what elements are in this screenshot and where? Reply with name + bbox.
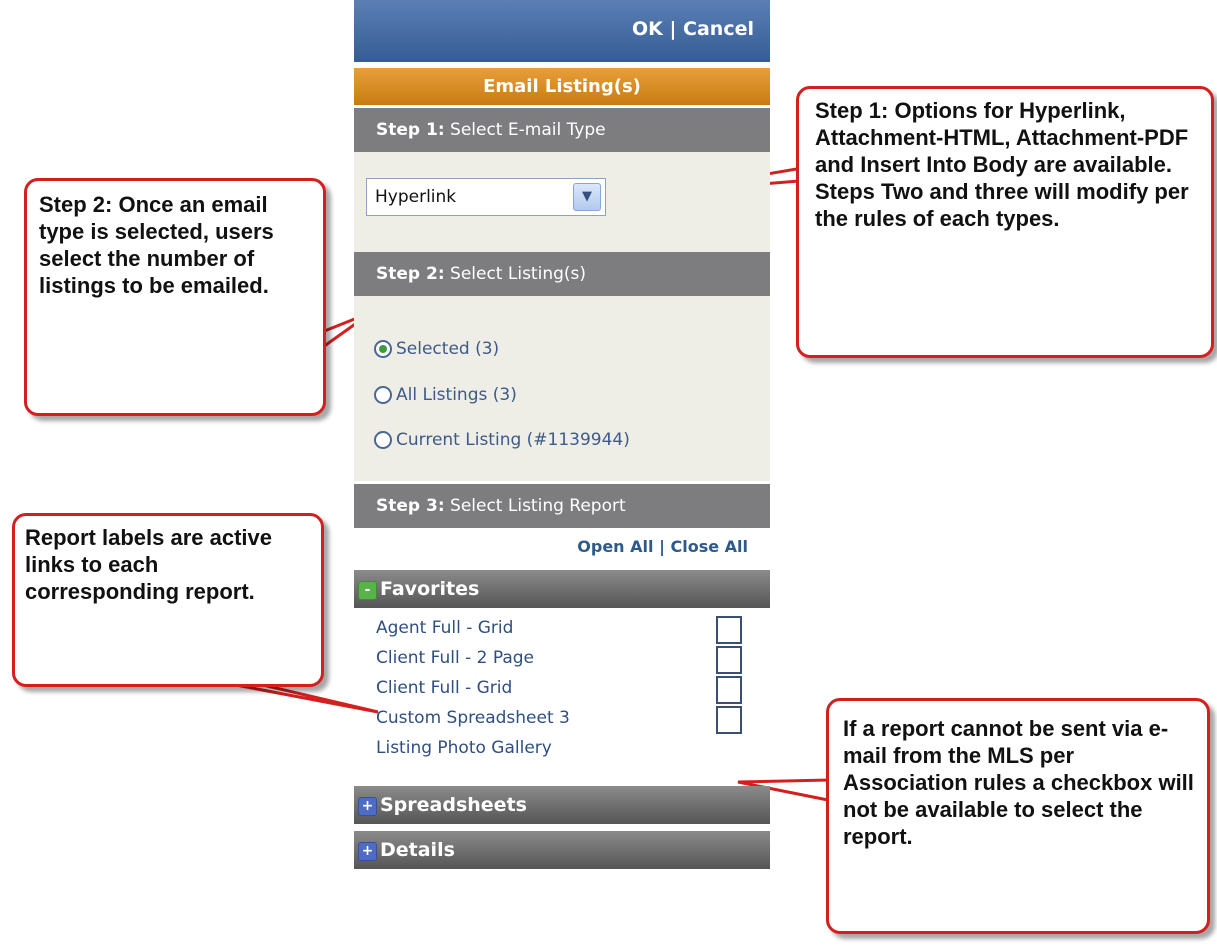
step3-label-text: Select Listing Report bbox=[444, 496, 626, 516]
header-separator: | bbox=[669, 18, 677, 40]
step1-header: Step 1: Select E-mail Type bbox=[354, 108, 770, 152]
category-spreadsheets-label[interactable]: Spreadsheets bbox=[380, 794, 527, 816]
report-checkbox[interactable] bbox=[716, 646, 742, 674]
radio-selected[interactable]: Selected (3) bbox=[374, 335, 499, 363]
step1-label-text: Select E-mail Type bbox=[444, 120, 606, 140]
report-link[interactable]: Custom Spreadsheet 3 bbox=[376, 704, 570, 732]
open-all-link[interactable]: Open All bbox=[577, 537, 653, 556]
email-type-select[interactable]: Hyperlink ▼ bbox=[366, 178, 606, 216]
report-checkbox[interactable] bbox=[716, 706, 742, 734]
step2-callout: Step 2: Once an email type is selected, … bbox=[24, 178, 326, 416]
expand-icon[interactable]: + bbox=[358, 842, 377, 861]
category-details-label[interactable]: Details bbox=[380, 839, 455, 861]
report-checkbox[interactable] bbox=[716, 676, 742, 704]
report-link[interactable]: Listing Photo Gallery bbox=[376, 734, 552, 762]
radio-current-listing[interactable]: Current Listing (#1139944) bbox=[374, 426, 630, 454]
email-listing-panel: OK | Cancel Email Listing(s) Step 1: Sel… bbox=[354, 0, 770, 870]
step1-label-bold: Step 1: bbox=[376, 120, 445, 140]
report-link[interactable]: Client Full - Grid bbox=[376, 674, 512, 702]
header-links: OK | Cancel bbox=[632, 18, 754, 40]
step1-callout: Step 1: Options for Hyperlink, Attachmen… bbox=[796, 86, 1214, 358]
radio-button-checked[interactable] bbox=[374, 340, 392, 358]
radio-button[interactable] bbox=[374, 431, 392, 449]
reports-callout: Report labels are active links to each c… bbox=[12, 513, 324, 687]
header-bar: OK | Cancel bbox=[354, 0, 770, 62]
email-type-value: Hyperlink bbox=[375, 187, 457, 207]
radio-selected-label[interactable]: Selected (3) bbox=[396, 339, 499, 359]
step2-label-bold: Step 2: bbox=[376, 264, 445, 284]
close-all-link[interactable]: Close All bbox=[670, 537, 748, 556]
panel-title: Email Listing(s) bbox=[354, 68, 770, 105]
report-link[interactable]: Agent Full - Grid bbox=[376, 614, 513, 642]
radio-current-listing-label[interactable]: Current Listing (#1139944) bbox=[396, 430, 630, 450]
step2-label-text: Select Listing(s) bbox=[444, 264, 587, 284]
category-details[interactable]: + Details bbox=[354, 831, 770, 869]
chevron-down-icon[interactable]: ▼ bbox=[573, 183, 601, 211]
step3-label-bold: Step 3: bbox=[376, 496, 445, 516]
open-close-links: Open All | Close All bbox=[577, 537, 748, 556]
radio-all-listings-label[interactable]: All Listings (3) bbox=[396, 385, 517, 405]
report-checkbox[interactable] bbox=[716, 616, 742, 644]
checkbox-callout: If a report cannot be sent via e-mail fr… bbox=[826, 698, 1210, 934]
open-close-separator: | bbox=[659, 537, 665, 556]
step3-header: Step 3: Select Listing Report bbox=[354, 484, 770, 528]
radio-button[interactable] bbox=[374, 386, 392, 404]
category-favorites[interactable]: - Favorites bbox=[354, 570, 770, 608]
ok-link[interactable]: OK bbox=[632, 18, 663, 40]
step2-header: Step 2: Select Listing(s) bbox=[354, 252, 770, 296]
radio-all-listings[interactable]: All Listings (3) bbox=[374, 381, 517, 409]
report-link[interactable]: Client Full - 2 Page bbox=[376, 644, 534, 672]
collapse-icon[interactable]: - bbox=[358, 581, 377, 600]
cancel-link[interactable]: Cancel bbox=[683, 18, 754, 40]
category-spreadsheets[interactable]: + Spreadsheets bbox=[354, 786, 770, 824]
category-favorites-label[interactable]: Favorites bbox=[380, 578, 479, 600]
expand-icon[interactable]: + bbox=[358, 797, 377, 816]
